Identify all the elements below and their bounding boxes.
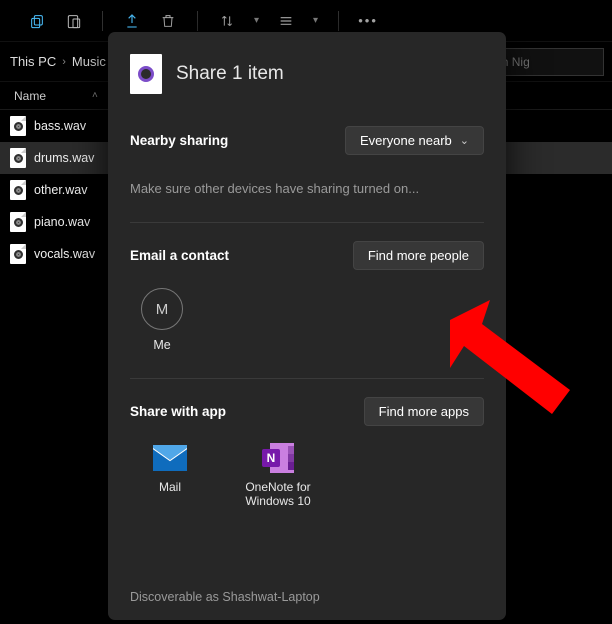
audio-file-icon xyxy=(10,180,26,200)
find-more-people-button[interactable]: Find more people xyxy=(353,241,484,270)
file-name: piano.wav xyxy=(34,215,90,229)
copy-icon[interactable] xyxy=(28,12,46,30)
audio-file-icon xyxy=(10,244,26,264)
share-title: Share 1 item xyxy=(176,63,284,85)
app-label: OneNote for Windows 10 xyxy=(238,480,318,508)
chevron-right-icon: › xyxy=(62,56,66,68)
view-icon[interactable] xyxy=(277,12,295,30)
file-name: other.wav xyxy=(34,183,88,197)
divider xyxy=(130,222,484,223)
share-with-app-label: Share with app xyxy=(130,404,226,419)
chevron-down-icon[interactable]: ▾ xyxy=(313,15,318,26)
sort-asc-icon: ˄ xyxy=(92,90,98,101)
delete-icon[interactable] xyxy=(159,12,177,30)
app-label: Mail xyxy=(130,480,210,494)
find-more-apps-button[interactable]: Find more apps xyxy=(364,397,484,426)
toolbar-divider xyxy=(102,11,103,31)
contact-me[interactable]: M Me xyxy=(130,288,194,352)
sort-icon[interactable] xyxy=(218,12,236,30)
chevron-down-icon: ⌄ xyxy=(460,134,469,147)
audio-file-icon xyxy=(10,212,26,232)
audio-file-icon xyxy=(10,116,26,136)
paste-icon[interactable] xyxy=(64,12,82,30)
toolbar-divider xyxy=(338,11,339,31)
nearby-sharing-dropdown[interactable]: Everyone nearb ⌄ xyxy=(345,126,484,155)
file-name: bass.wav xyxy=(34,119,86,133)
file-name: drums.wav xyxy=(34,151,94,165)
onenote-icon: N xyxy=(260,444,296,472)
more-icon[interactable]: ••• xyxy=(359,12,377,30)
toolbar-divider xyxy=(197,11,198,31)
share-icon[interactable] xyxy=(123,12,141,30)
email-contact-label: Email a contact xyxy=(130,248,229,263)
breadcrumb-item[interactable]: Music xyxy=(72,54,106,69)
app-onenote[interactable]: N OneNote for Windows 10 xyxy=(238,444,318,508)
chevron-down-icon[interactable]: ▾ xyxy=(254,15,259,26)
file-thumbnail-icon xyxy=(130,54,162,94)
share-dialog: Share 1 item Nearby sharing Everyone nea… xyxy=(108,32,506,620)
file-name: vocals.wav xyxy=(34,247,95,261)
mail-icon xyxy=(152,444,188,472)
app-mail[interactable]: Mail xyxy=(130,444,210,508)
nearby-sharing-label: Nearby sharing xyxy=(130,133,228,148)
contact-name: Me xyxy=(130,338,194,352)
divider xyxy=(130,378,484,379)
nearby-hint: Make sure other devices have sharing tur… xyxy=(130,181,484,196)
share-footer: Discoverable as Shashwat-Laptop xyxy=(108,576,506,620)
breadcrumb-item[interactable]: This PC xyxy=(10,54,56,69)
svg-text:N: N xyxy=(267,451,276,465)
audio-file-icon xyxy=(10,148,26,168)
avatar: M xyxy=(141,288,183,330)
